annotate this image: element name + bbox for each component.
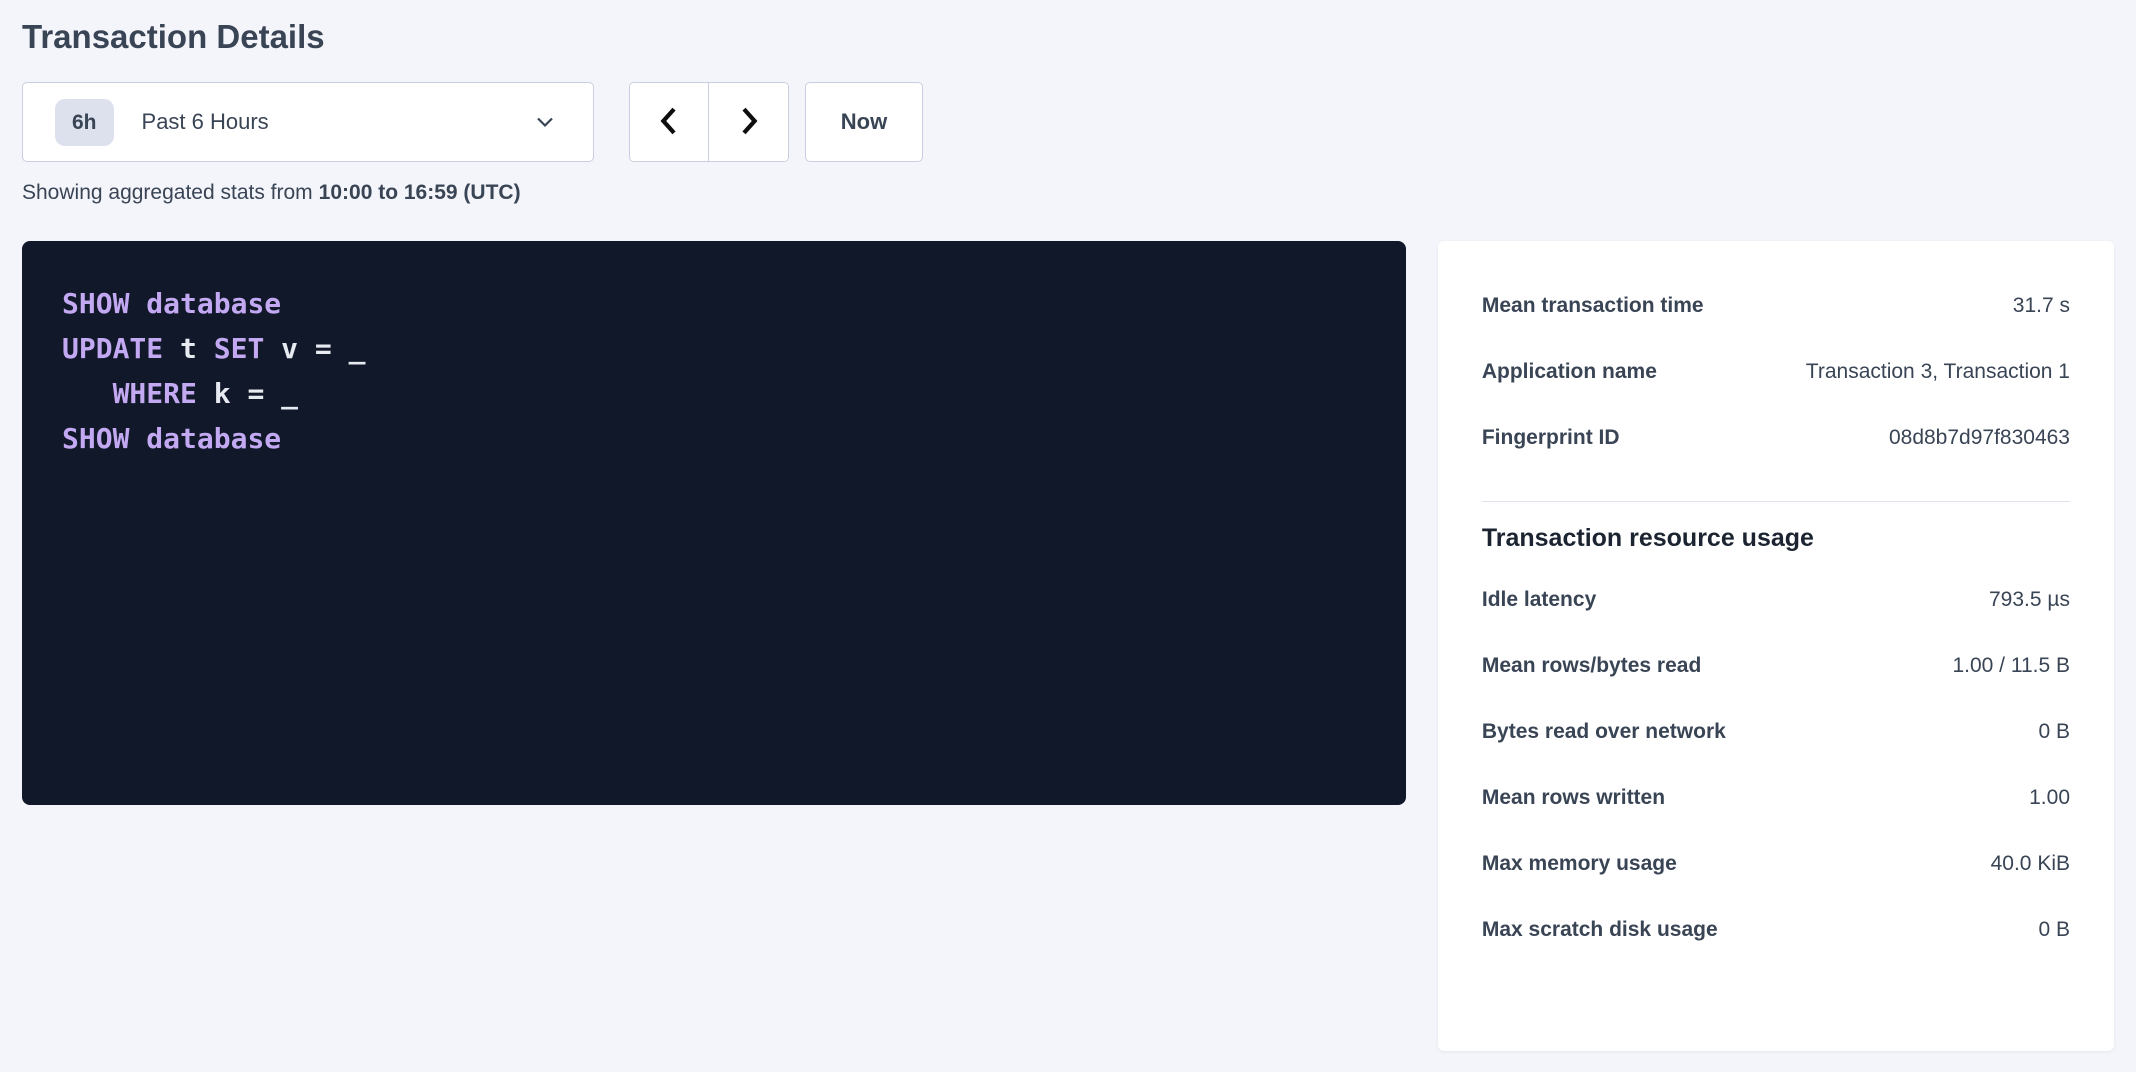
stat-row: Max scratch disk usage 0 B <box>1482 897 2070 963</box>
now-button[interactable]: Now <box>805 82 923 162</box>
stat-label: Application name <box>1482 360 1677 384</box>
stat-row: Mean rows/bytes read 1.00 / 11.5 B <box>1482 633 2070 699</box>
summary-range: 10:00 to 16:59 (UTC) <box>319 181 521 204</box>
sql-token <box>62 377 113 410</box>
sql-token: SHOW <box>62 287 129 320</box>
stat-label: Mean rows written <box>1482 786 1685 810</box>
sql-line: UPDATE t SET v = _ <box>62 326 1366 371</box>
stat-value: 793.5 µs <box>1989 588 2070 612</box>
sql-line: SHOW database <box>62 281 1366 326</box>
sql-token: k = _ <box>197 377 298 410</box>
stat-label: Max scratch disk usage <box>1482 918 1738 942</box>
stat-label: Mean transaction time <box>1482 294 1724 318</box>
stat-value: 0 B <box>2038 720 2070 744</box>
next-range-button[interactable] <box>709 83 788 161</box>
sql-token: SET <box>214 332 265 365</box>
transaction-summary-rows: Mean transaction time 31.7 s Application n… <box>1482 273 2070 471</box>
sql-token <box>129 287 146 320</box>
sql-token: database <box>146 287 281 320</box>
aggregated-stats-summary: Showing aggregated stats from 10:00 to 16… <box>22 181 2114 205</box>
stat-value: 1.00 <box>2029 786 2070 810</box>
stat-row: Max memory usage 40.0 KiB <box>1482 831 2070 897</box>
stat-label: Bytes read over network <box>1482 720 1746 744</box>
sql-statement: SHOW databaseUPDATE t SET v = _ WHERE k … <box>62 281 1366 461</box>
sql-token: UPDATE <box>62 332 163 365</box>
stat-label: Mean rows/bytes read <box>1482 654 1721 678</box>
stat-row: Idle latency 793.5 µs <box>1482 567 2070 633</box>
time-range-arrows <box>629 82 789 162</box>
sql-line: SHOW database <box>62 416 1366 461</box>
sql-statement-box: SHOW databaseUPDATE t SET v = _ WHERE k … <box>22 241 1406 805</box>
time-range-label: Past 6 Hours <box>142 109 269 135</box>
time-range-badge: 6h <box>55 99 114 146</box>
sql-token: database <box>146 422 281 455</box>
page-title: Transaction Details <box>22 18 2114 56</box>
stat-label: Fingerprint ID <box>1482 426 1640 450</box>
stat-value: 0 B <box>2038 918 2070 942</box>
chevron-left-icon <box>654 103 684 142</box>
stat-label: Idle latency <box>1482 588 1616 612</box>
resource-usage-rows: Idle latency 793.5 µs Mean rows/bytes read… <box>1482 567 2070 963</box>
transaction-details-card: Mean transaction time 31.7 s Application n… <box>1438 241 2114 1051</box>
time-range-dropdown[interactable]: 6h Past 6 Hours <box>22 82 594 162</box>
card-divider <box>1482 501 2070 502</box>
stat-value: 31.7 s <box>2013 294 2070 318</box>
stat-row: Application name Transaction 3, Transacti… <box>1482 339 2070 405</box>
stat-row: Fingerprint ID 08d8b7d97f830463 <box>1482 405 2070 471</box>
stat-row: Mean rows written 1.00 <box>1482 765 2070 831</box>
sql-token: SHOW <box>62 422 129 455</box>
sql-line: WHERE k = _ <box>62 371 1366 416</box>
time-controls-row: 6h Past 6 Hours Now <box>22 82 2114 162</box>
sql-token: v = _ <box>264 332 365 365</box>
stat-value: 1.00 / 11.5 B <box>1952 654 2070 678</box>
stat-value: 40.0 KiB <box>1991 852 2070 876</box>
stat-label: Max memory usage <box>1482 852 1697 876</box>
sql-token: t <box>163 332 214 365</box>
stat-row: Bytes read over network 0 B <box>1482 699 2070 765</box>
prev-range-button[interactable] <box>630 83 709 161</box>
main-content-row: SHOW databaseUPDATE t SET v = _ WHERE k … <box>22 241 2114 1051</box>
stat-row: Mean transaction time 31.7 s <box>1482 273 2070 339</box>
sql-token: WHERE <box>113 377 197 410</box>
stat-value: 08d8b7d97f830463 <box>1889 426 2070 450</box>
chevron-down-icon <box>533 110 557 134</box>
transaction-details-page: Transaction Details 6h Past 6 Hours Now <box>0 0 2136 1067</box>
sql-token <box>129 422 146 455</box>
chevron-right-icon <box>734 103 764 142</box>
resource-usage-heading: Transaction resource usage <box>1482 524 2070 553</box>
stat-value: Transaction 3, Transaction 1 <box>1806 360 2070 384</box>
summary-prefix: Showing aggregated stats from <box>22 181 313 204</box>
